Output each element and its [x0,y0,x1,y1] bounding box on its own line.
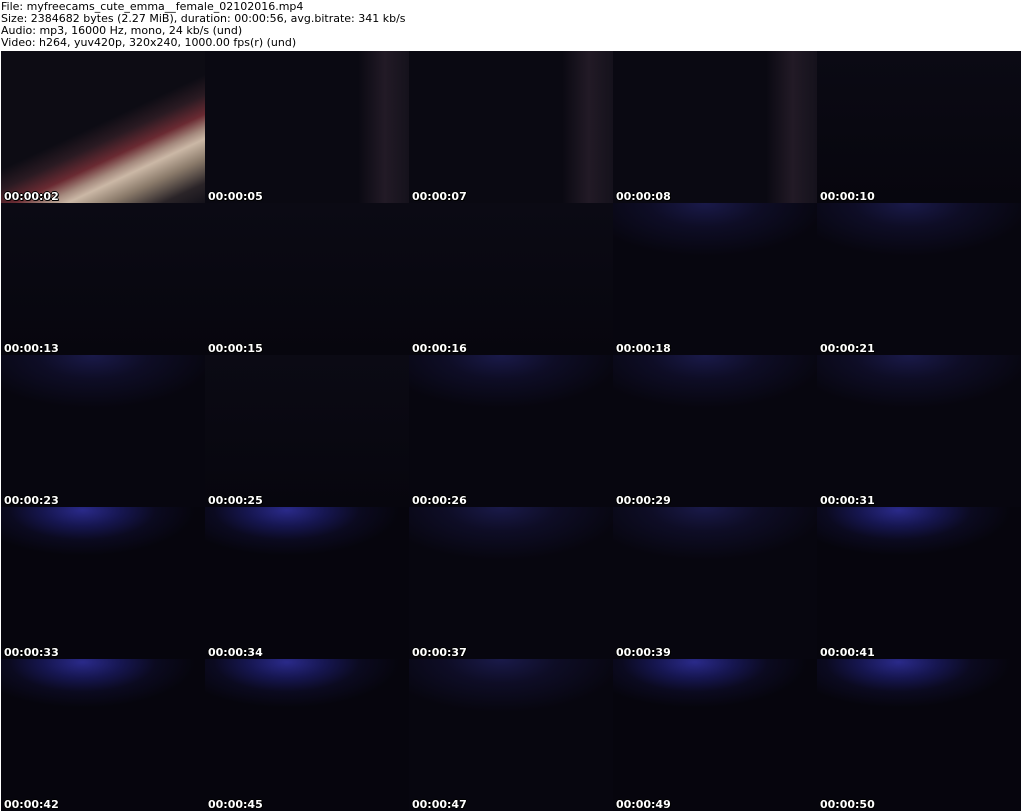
timestamp-label: 00:00:33 [4,646,59,659]
timestamp-label: 00:00:49 [616,798,671,811]
thumbnail-frame [1,203,205,355]
thumbnail: 00:00:49 [613,659,817,811]
timestamp-label: 00:00:13 [4,342,59,355]
thumbnail: 00:00:18 [613,203,817,355]
thumbnail: 00:00:26 [409,355,613,507]
thumbnail-frame [817,203,1021,355]
thumbnail: 00:00:25 [205,355,409,507]
thumbnail: 00:00:47 [409,659,613,811]
timestamp-label: 00:00:42 [4,798,59,811]
thumbnail: 00:00:31 [817,355,1021,507]
thumbnail-frame [205,203,409,355]
timestamp-label: 00:00:16 [412,342,467,355]
thumbnail-frame [817,659,1021,811]
thumbnail: 00:00:29 [613,355,817,507]
thumbnail: 00:00:21 [817,203,1021,355]
timestamp-label: 00:00:39 [616,646,671,659]
thumbnail-frame [205,355,409,507]
thumbnail-frame [817,507,1021,659]
timestamp-label: 00:00:21 [820,342,875,355]
thumbnail: 00:00:42 [1,659,205,811]
thumbnail-frame [409,51,613,203]
timestamp-label: 00:00:47 [412,798,467,811]
timestamp-label: 00:00:25 [208,494,263,507]
thumbnail: 00:00:50 [817,659,1021,811]
thumbnail: 00:00:37 [409,507,613,659]
timestamp-label: 00:00:37 [412,646,467,659]
thumbnail-frame [205,507,409,659]
thumbnail-frame [205,659,409,811]
thumbnail: 00:00:41 [817,507,1021,659]
thumbnail-frame [409,203,613,355]
thumbnail: 00:00:08 [613,51,817,203]
timestamp-label: 00:00:23 [4,494,59,507]
thumbnail: 00:00:16 [409,203,613,355]
timestamp-label: 00:00:02 [4,190,59,203]
timestamp-label: 00:00:34 [208,646,263,659]
thumbnail: 00:00:39 [613,507,817,659]
timestamp-label: 00:00:41 [820,646,875,659]
timestamp-label: 00:00:08 [616,190,671,203]
thumbnail-frame [613,507,817,659]
thumbnail-frame [1,51,205,203]
thumbnail-frame [409,507,613,659]
timestamp-label: 00:00:15 [208,342,263,355]
thumbnail-frame [613,203,817,355]
file-info-header: File: myfreecams_cute_emma__female_02102… [0,0,1024,51]
thumbnail-frame [817,51,1021,203]
thumbnail-frame [1,355,205,507]
timestamp-label: 00:00:45 [208,798,263,811]
thumbnail: 00:00:13 [1,203,205,355]
thumbnail: 00:00:34 [205,507,409,659]
timestamp-label: 00:00:18 [616,342,671,355]
thumbnail: 00:00:15 [205,203,409,355]
timestamp-label: 00:00:50 [820,798,875,811]
thumbnail: 00:00:45 [205,659,409,811]
thumbnail: 00:00:02 [1,51,205,203]
thumbnail: 00:00:33 [1,507,205,659]
timestamp-label: 00:00:26 [412,494,467,507]
thumbnail-frame [409,659,613,811]
thumbnail-frame [817,355,1021,507]
thumbnail-frame [613,51,817,203]
thumbnail: 00:00:05 [205,51,409,203]
thumbnail-frame [1,507,205,659]
thumbnail-frame [409,355,613,507]
timestamp-label: 00:00:31 [820,494,875,507]
timestamp-label: 00:00:05 [208,190,263,203]
thumbnail: 00:00:10 [817,51,1021,203]
timestamp-label: 00:00:10 [820,190,875,203]
video-line: Video: h264, yuv420p, 320x240, 1000.00 f… [1,36,297,49]
timestamp-label: 00:00:29 [616,494,671,507]
timestamp-label: 00:00:07 [412,190,467,203]
thumbnail: 00:00:07 [409,51,613,203]
thumbnail-frame [613,355,817,507]
thumbnail-frame [1,659,205,811]
thumbnail: 00:00:23 [1,355,205,507]
thumbnail-frame [205,51,409,203]
thumbnail-grid: 00:00:02 00:00:05 00:00:07 00:00:08 00:00:10… [0,51,1024,811]
thumbnail-frame [613,659,817,811]
